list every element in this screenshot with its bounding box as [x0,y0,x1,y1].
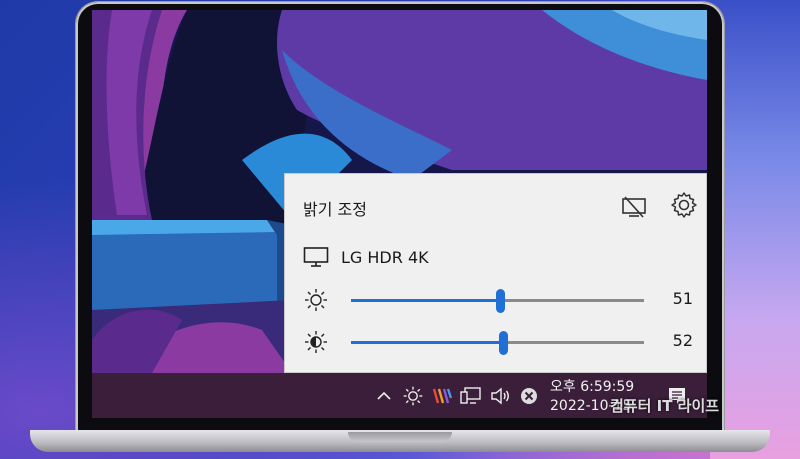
gear-icon[interactable] [669,190,699,220]
contrast-slider-thumb[interactable] [499,331,509,355]
brightness-tray-icon[interactable] [400,373,426,418]
app-tray-icon[interactable] [430,373,454,418]
close-circle-icon[interactable] [517,373,541,418]
brightness-flyout: 밝기 조정 LG HDR 4K 51 52 [284,173,707,373]
laptop-notch [348,432,452,442]
brightness-value: 51 [672,289,693,308]
contrast-slider-fill [351,341,504,344]
brightness-slider[interactable] [351,289,644,313]
sun-icon [305,289,327,311]
contrast-slider[interactable] [351,331,644,355]
chevron-up-icon[interactable] [375,373,393,418]
brightness-slider-fill [351,299,501,302]
flyout-title: 밝기 조정 [303,200,367,219]
monitor-row: LG HDR 4K [303,246,429,268]
brightness-slider-row: 51 [303,287,693,313]
contrast-icon [305,331,327,353]
contrast-slider-row: 52 [303,329,693,355]
volume-icon[interactable] [488,373,514,418]
laptop-screen: 밝기 조정 LG HDR 4K 51 52 오후 6:59:59 2022-10… [92,10,707,418]
monitor-icon [303,247,329,267]
network-icon[interactable] [458,373,484,418]
monitor-off-icon[interactable] [619,192,649,222]
watermark: 컴퓨터 IT 라이프 [610,397,720,415]
monitor-name: LG HDR 4K [341,247,429,267]
brightness-slider-thumb[interactable] [496,289,506,313]
contrast-value: 52 [672,331,693,350]
